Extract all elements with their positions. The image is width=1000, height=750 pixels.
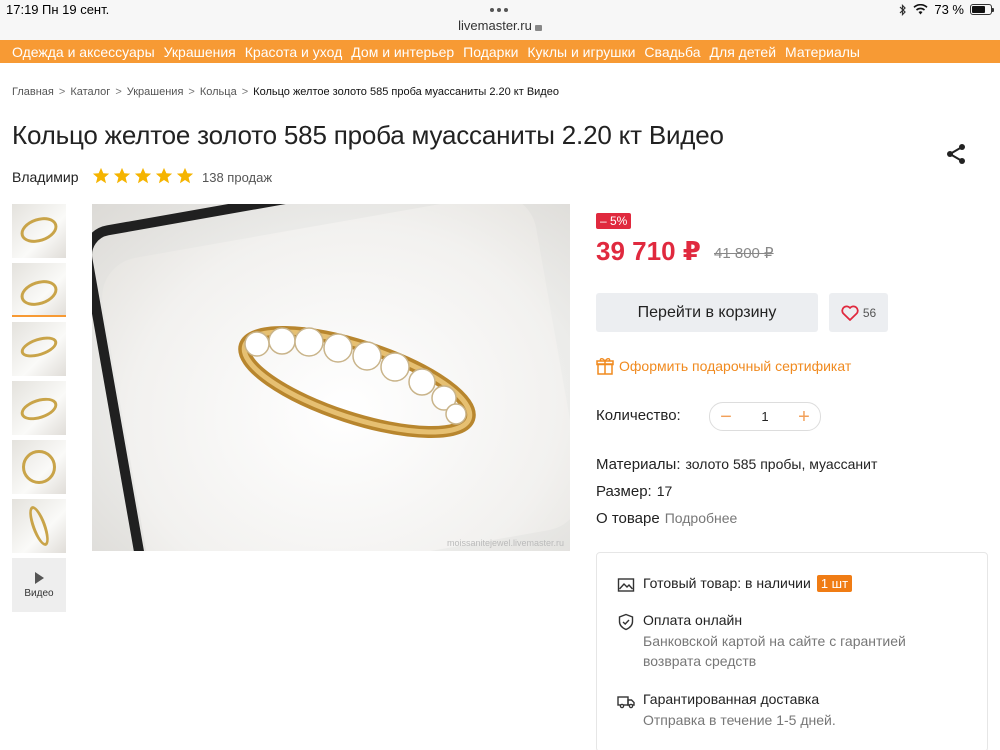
old-price: 41 800 ₽	[714, 245, 774, 262]
thumbnail-5[interactable]	[12, 440, 66, 494]
multitasking-dots-icon[interactable]	[490, 8, 508, 12]
more-details-link[interactable]: Подробнее	[665, 510, 738, 526]
plus-button[interactable]: +	[796, 407, 812, 427]
materials-value: золото 585 пробы, муассанит	[685, 456, 878, 472]
breadcrumb-link[interactable]: Украшения	[127, 86, 184, 98]
materials-label: Материалы:	[596, 456, 681, 473]
delivery-title: Гарантированная доставка	[643, 691, 820, 707]
share-icon[interactable]	[944, 142, 968, 166]
category-link[interactable]: Материалы	[785, 44, 860, 60]
category-link[interactable]: Украшения	[164, 44, 236, 60]
image-watermark: moissanitejewel.livemaster.ru	[446, 538, 564, 548]
video-label: Видео	[24, 587, 54, 599]
category-link[interactable]: Для детей	[710, 44, 776, 60]
about-label: О товаре	[596, 510, 660, 527]
product-info-box: Готовый товар: в наличии 1 шт Оплата онла…	[596, 552, 988, 750]
discount-badge: – 5%	[596, 213, 632, 229]
payment-row: Оплата онлайн Банковской картой на сайте…	[617, 612, 906, 671]
quantity-value[interactable]: 1	[761, 409, 768, 424]
breadcrumb: Главная > Каталог > Украшения > Кольца > Кольцо …	[12, 86, 559, 98]
category-link[interactable]: Подарки	[463, 44, 518, 60]
ios-status-bar: 17:19 Пн 19 сент. livemaster.ru 73 %	[0, 0, 1000, 40]
product-main-image[interactable]: moissanitejewel.livemaster.ru	[92, 204, 570, 551]
bluetooth-icon	[899, 3, 907, 16]
materials-row: Материалы: золото 585 пробы, муассанит	[596, 456, 877, 473]
sales-count[interactable]: 138 продаж	[202, 170, 272, 185]
star-icon	[92, 167, 110, 184]
stock-row: Готовый товар: в наличии 1 шт	[617, 575, 853, 594]
category-nav: Одежда и аксессуары Украшения Красота и ух…	[0, 40, 1000, 63]
image-icon	[617, 578, 635, 592]
breadcrumb-separator: >	[241, 86, 249, 98]
truck-icon	[617, 696, 635, 709]
about-row: О товаре Подробнее	[596, 510, 737, 527]
category-link[interactable]: Красота и уход	[245, 44, 343, 60]
breadcrumb-separator: >	[115, 86, 122, 98]
breadcrumb-link[interactable]: Кольца	[200, 86, 237, 98]
breadcrumb-separator: >	[188, 86, 195, 98]
category-link[interactable]: Дом и интерьер	[351, 44, 454, 60]
thumbnail-2[interactable]	[12, 263, 66, 317]
battery-percent: 73 %	[934, 2, 964, 17]
stock-label: Готовый товар: в наличии	[643, 575, 811, 591]
star-icon	[134, 167, 152, 184]
delivery-row: Гарантированная доставка Отправка в тече…	[617, 691, 836, 730]
status-indicators: 73 %	[899, 2, 994, 17]
heart-icon	[841, 304, 859, 321]
battery-icon	[970, 4, 994, 15]
size-row: Размер: 17	[596, 483, 672, 500]
delivery-desc: Отправка в течение 1-5 дней.	[643, 712, 836, 728]
gift-certificate-link[interactable]: Оформить подарочный сертификат	[596, 357, 851, 375]
thumbnail-1[interactable]	[12, 204, 66, 258]
stock-badge: 1 шт	[816, 575, 853, 592]
address-bar[interactable]: livemaster.ru	[0, 18, 1000, 33]
rating-stars	[92, 167, 194, 185]
quantity-stepper: − 1 +	[709, 402, 821, 431]
minus-button[interactable]: −	[718, 407, 734, 427]
wifi-icon	[913, 4, 928, 15]
favorites-count: 56	[862, 305, 877, 320]
breadcrumb-separator: >	[58, 86, 66, 98]
video-thumbnail[interactable]: Видео	[12, 558, 66, 612]
thumbnail-4[interactable]	[12, 381, 66, 435]
payment-desc-line-1: Банковской картой на сайте с гарантией	[643, 633, 906, 649]
gift-certificate-label: Оформить подарочный сертификат	[619, 358, 852, 374]
thumbnail-3[interactable]	[12, 322, 66, 376]
breadcrumb-current: Кольцо желтое золото 585 проба муассанит…	[253, 86, 559, 98]
play-icon	[34, 571, 44, 584]
seller-name[interactable]: Владимир	[12, 169, 79, 185]
shield-icon	[618, 613, 634, 631]
star-icon	[176, 167, 194, 184]
favorite-button[interactable]: 56	[829, 293, 888, 332]
breadcrumb-link[interactable]: Каталог	[70, 86, 110, 98]
breadcrumb-link[interactable]: Главная	[12, 86, 54, 98]
payment-desc-line-2: возврата средств	[643, 653, 757, 669]
quantity-label: Количество:	[596, 407, 681, 424]
category-link[interactable]: Куклы и игрушки	[527, 44, 635, 60]
size-label: Размер:	[596, 483, 652, 500]
url-text: livemaster.ru	[458, 18, 532, 33]
go-to-cart-button[interactable]: Перейти в корзину	[596, 293, 818, 332]
category-link[interactable]: Одежда и аксессуары	[12, 44, 155, 60]
star-icon	[155, 167, 173, 184]
category-link[interactable]: Свадьба	[644, 44, 700, 60]
payment-title: Оплата онлайн	[643, 612, 743, 628]
page-title: Кольцо желтое золото 585 проба муассанит…	[12, 120, 724, 150]
ring-illustration	[238, 325, 476, 439]
thumbnail-strip: Видео	[12, 204, 66, 617]
thumbnail-6[interactable]	[12, 499, 66, 553]
star-icon	[113, 167, 131, 184]
date: Пн 19 сент.	[42, 2, 110, 17]
gift-icon	[596, 358, 614, 375]
price: 39 710 ₽	[596, 236, 701, 266]
size-value: 17	[656, 483, 673, 499]
clock: 17:19	[6, 2, 39, 17]
lock-icon	[534, 25, 542, 31]
